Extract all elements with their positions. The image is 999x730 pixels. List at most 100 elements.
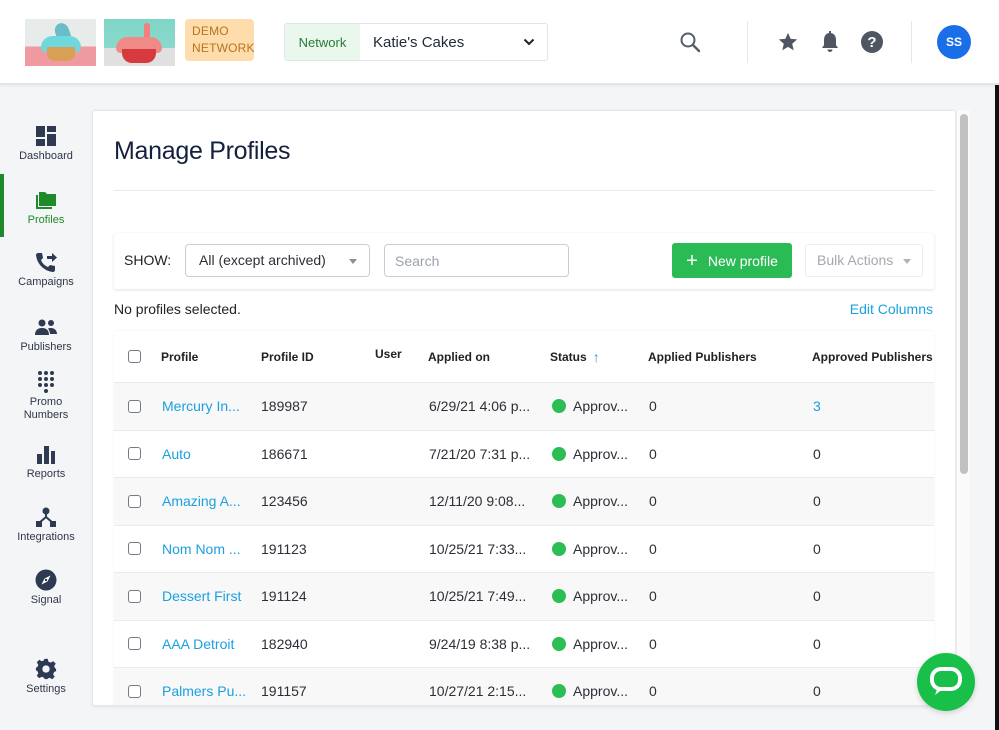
column-header-status[interactable]: Status ↑	[550, 331, 600, 382]
search-input[interactable]	[384, 244, 569, 277]
profile-name-link[interactable]: Amazing A...	[162, 478, 241, 525]
status-approved-dot-icon	[552, 541, 566, 556]
profile-name-link[interactable]: Dessert First	[162, 573, 241, 620]
sidebar-item-profiles[interactable]: Profiles	[0, 188, 92, 227]
sidebar-item-signal[interactable]: Signal	[0, 568, 92, 607]
main-panel: Manage Profiles SHOW: All (except archiv…	[92, 110, 956, 706]
page-title: Manage Profiles	[114, 137, 291, 165]
status-cell: Approv...	[552, 478, 628, 525]
users-icon	[34, 315, 58, 339]
table-row[interactable]: Palmers Pu... 191157 10/27/21 2:15... Appro…	[114, 668, 934, 705]
bulk-actions-label: Bulk Actions	[817, 252, 894, 268]
column-header-profile-id[interactable]: Profile ID	[261, 331, 314, 382]
approved-publishers[interactable]: 3	[813, 383, 821, 430]
sidebar-item-settings[interactable]: Settings	[0, 657, 92, 696]
row-checkbox[interactable]	[128, 589, 141, 603]
sidebar-item-label: Dashboard	[19, 150, 73, 162]
star-icon[interactable]	[775, 28, 801, 56]
table-row[interactable]: Amazing A... 123456 12/11/20 9:08... Approv…	[114, 478, 934, 526]
new-profile-button[interactable]: + New profile	[672, 243, 792, 278]
selection-status: No profiles selected.	[114, 301, 241, 317]
sidebar-item-publishers[interactable]: Publishers	[0, 315, 92, 354]
top-header: DEMO NETWORK Network Katie's Cakes ? SS	[0, 0, 999, 85]
svg-text:?: ?	[867, 34, 876, 51]
network-selector[interactable]: Network Katie's Cakes	[284, 23, 548, 61]
column-header-user[interactable]: User	[375, 331, 402, 382]
table-row[interactable]: Dessert First 191124 10/25/21 7:49... Appro…	[114, 573, 934, 621]
profile-id: 182940	[261, 635, 308, 652]
applied-on: 10/25/21 7:49...	[429, 588, 527, 605]
status-cell: Approv...	[552, 383, 628, 430]
applied-publishers: 0	[649, 683, 657, 700]
bell-icon[interactable]	[817, 28, 843, 56]
column-header-applied-publishers[interactable]: Applied Publishers	[648, 331, 757, 382]
status-cell: Approv...	[552, 526, 628, 573]
scrollbar-thumb[interactable]	[960, 114, 968, 474]
column-header-profile[interactable]: Profile	[161, 331, 198, 382]
profile-name-link[interactable]: Palmers Pu...	[162, 668, 246, 705]
row-checkbox[interactable]	[128, 494, 141, 508]
table-row[interactable]: Auto 186671 7/21/20 7:31 p... Approv... 0 0	[114, 430, 934, 478]
chevron-down-icon	[511, 24, 547, 60]
sidebar-item-label: Reports	[26, 468, 66, 480]
show-filter-value: All (except archived)	[199, 252, 326, 268]
help-icon[interactable]: ?	[859, 28, 885, 56]
status-cell: Approv...	[552, 668, 628, 705]
select-all-checkbox[interactable]	[128, 350, 141, 363]
status-approved-dot-icon	[552, 446, 566, 461]
sidebar-item-label: Promo Numbers	[23, 396, 69, 421]
show-label: SHOW:	[124, 252, 172, 268]
sidebar-item-label: Settings	[26, 683, 66, 695]
column-header-approved-publishers[interactable]: Approved Publishers	[812, 331, 933, 382]
caret-down-icon	[349, 259, 357, 264]
status-label: Approv...	[573, 635, 628, 652]
row-checkbox[interactable]	[128, 542, 141, 556]
profile-name-link[interactable]: Mercury In...	[162, 383, 240, 430]
compass-icon	[34, 568, 58, 592]
sidebar-item-label: Integrations	[17, 531, 75, 543]
row-checkbox[interactable]	[128, 637, 141, 651]
status-cell: Approv...	[552, 621, 628, 668]
row-checkbox[interactable]	[128, 399, 141, 413]
profile-name-link[interactable]: Auto	[162, 431, 191, 478]
sidebar-item-integrations[interactable]: Integrations	[0, 505, 92, 544]
bar-chart-icon	[34, 442, 58, 466]
applied-on: 6/29/21 4:06 p...	[429, 398, 531, 415]
row-checkbox[interactable]	[128, 447, 141, 461]
row-checkbox-cell	[128, 383, 141, 430]
status-approved-dot-icon	[552, 494, 566, 509]
approved-publishers: 0	[813, 445, 821, 462]
network-label: Network	[285, 24, 360, 60]
row-checkbox-cell	[128, 621, 141, 668]
applied-publishers: 0	[649, 493, 657, 510]
applied-publishers: 0	[649, 398, 657, 415]
select-all-cell	[128, 331, 141, 382]
sidebar-item-campaigns[interactable]: Campaigns	[0, 250, 92, 289]
keypad-icon	[34, 370, 58, 394]
plus-icon: +	[686, 249, 698, 272]
table-row[interactable]: AAA Detroit 182940 9/24/19 8:38 p... Approv…	[114, 620, 934, 668]
column-header-applied-on[interactable]: Applied on	[428, 331, 490, 382]
status-cell: Approv...	[552, 431, 628, 478]
table-row[interactable]: Mercury In... 189987 6/29/21 4:06 p... Appr…	[114, 383, 934, 431]
edit-columns-link[interactable]: Edit Columns	[850, 301, 933, 317]
bulk-actions-dropdown[interactable]: Bulk Actions	[805, 244, 923, 277]
row-checkbox-cell	[128, 431, 141, 478]
applied-publishers: 0	[649, 445, 657, 462]
search-icon[interactable]	[677, 28, 703, 56]
sidebar-item-dashboard[interactable]: Dashboard	[0, 124, 92, 163]
panel-scrollbar[interactable]	[956, 110, 970, 706]
sidebar-item-promo-numbers[interactable]: Promo Numbers	[0, 370, 92, 422]
profile-name-link[interactable]: Nom Nom ...	[162, 526, 241, 573]
applied-on: 10/27/21 2:15...	[429, 683, 527, 700]
row-checkbox[interactable]	[128, 684, 141, 698]
chat-launcher-button[interactable]	[917, 653, 975, 711]
chat-bubble-icon	[930, 667, 962, 695]
sidebar-item-reports[interactable]: Reports	[0, 442, 92, 481]
demo-badge-line-2: NETWORK	[192, 41, 255, 55]
profile-id: 191157	[261, 683, 307, 700]
show-filter-select[interactable]: All (except archived)	[185, 244, 370, 277]
profile-name-link[interactable]: AAA Detroit	[162, 621, 234, 668]
user-avatar[interactable]: SS	[937, 25, 971, 59]
table-row[interactable]: Nom Nom ... 191123 10/25/21 7:33... Approv.…	[114, 525, 934, 573]
